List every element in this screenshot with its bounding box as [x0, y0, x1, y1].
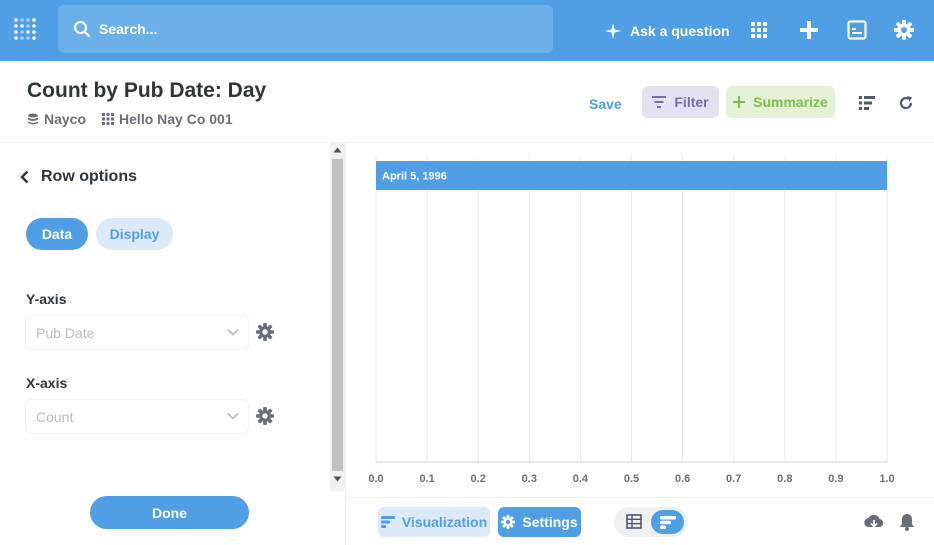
settings-button[interactable]: Settings [498, 507, 581, 537]
chevron-down-icon [227, 328, 239, 336]
display-toggle[interactable] [614, 507, 688, 537]
download-icon[interactable] [864, 513, 884, 531]
x-axis-select[interactable]: Count [25, 399, 249, 434]
sparkle-icon [605, 22, 621, 39]
plus-icon [733, 96, 746, 108]
scroll-up-arrow-icon[interactable] [333, 147, 342, 153]
bar-category-label: April 5, 1996 [382, 171, 447, 183]
question-header: Count by Pub Date: Day Nayco Hello Nay C… [0, 61, 934, 143]
table-view-icon[interactable] [626, 514, 642, 529]
save-button[interactable]: Save [589, 96, 622, 112]
search-icon [74, 21, 90, 37]
row-options-back[interactable]: Row options [20, 168, 137, 186]
table-name: Hello Nay Co 001 [119, 111, 233, 127]
row-chart-svg: 0.0 0.1 0.2 0.3 0.4 0.5 0.6 0.7 0.8 0.9 1.0 April 5… [368, 155, 895, 485]
visualization-button[interactable]: Visualization [378, 507, 490, 537]
chevron-left-icon [20, 170, 29, 184]
x-tick-label: 0.2 [471, 473, 486, 485]
x-axis-settings-gear-icon[interactable] [256, 407, 274, 425]
x-tick-label: 0.6 [675, 473, 690, 485]
breadcrumb-database[interactable]: Nayco [27, 111, 86, 127]
x-tick-label: 0.5 [624, 473, 639, 485]
x-tick-label: 0.3 [522, 473, 537, 485]
notebook-editor-icon[interactable] [858, 94, 876, 112]
gear-icon[interactable] [893, 19, 915, 41]
top-nav: Search... Ask a question [0, 0, 934, 61]
scroll-thumb[interactable] [332, 159, 343, 471]
sidebar-scrollbar[interactable] [330, 143, 345, 491]
x-tick-label: 0.4 [573, 473, 589, 485]
bell-icon[interactable] [897, 513, 917, 531]
summarize-label: Summarize [753, 94, 828, 110]
tab-display[interactable]: Display [96, 218, 173, 250]
filter-label: Filter [674, 94, 709, 110]
bar-chart-icon [659, 515, 676, 529]
settings-sidebar: Row options Data Display Y-axis Pub Date… [0, 143, 346, 545]
plus-icon[interactable] [798, 19, 820, 41]
view-footer: Visualization Settings [346, 497, 934, 545]
row-chart: 0.0 0.1 0.2 0.3 0.4 0.5 0.6 0.7 0.8 0.9 1.0 April 5… [346, 143, 934, 497]
x-axis-value: Count [36, 408, 74, 425]
settings-label: Settings [522, 514, 578, 530]
row-options-title: Row options [41, 168, 137, 185]
database-icon [28, 113, 38, 125]
bar-chart-icon [380, 516, 395, 528]
ask-question-button[interactable]: Ask a question [604, 0, 730, 61]
refresh-icon[interactable] [897, 94, 915, 112]
breadcrumb: Nayco Hello Nay Co 001 [27, 111, 249, 127]
search-placeholder: Search... [99, 21, 158, 37]
x-axis-label: X-axis [26, 375, 68, 391]
x-tick-label: 0.7 [726, 473, 741, 485]
y-axis-select[interactable]: Pub Date [25, 315, 249, 350]
x-tick-label: 0.0 [368, 473, 383, 485]
y-axis-label: Y-axis [26, 291, 67, 307]
database-name: Nayco [44, 111, 87, 127]
chart-view-toggle[interactable] [651, 510, 684, 534]
sql-editor-icon[interactable] [846, 19, 868, 41]
page-title: Count by Pub Date: Day [27, 79, 267, 102]
tab-data[interactable]: Data [26, 218, 88, 250]
metabase-logo-icon[interactable] [13, 17, 41, 45]
visualization-label: Visualization [401, 514, 488, 530]
ask-question-label: Ask a question [630, 22, 730, 39]
chart-bar[interactable] [376, 161, 887, 190]
done-button[interactable]: Done [90, 496, 249, 529]
filter-icon [652, 96, 667, 108]
x-tick-label: 0.1 [419, 473, 434, 485]
x-tick-label: 0.8 [777, 473, 792, 485]
chevron-down-icon [227, 412, 239, 420]
breadcrumb-table[interactable]: Hello Nay Co 001 [102, 111, 233, 127]
app-root: Search... Ask a question Count by Pub Da… [0, 0, 934, 545]
y-axis-value: Pub Date [36, 324, 95, 341]
scroll-down-arrow-icon[interactable] [333, 476, 342, 482]
search-input[interactable]: Search... [58, 5, 553, 53]
browse-data-icon[interactable] [748, 19, 770, 41]
y-axis-settings-gear-icon[interactable] [256, 323, 274, 341]
summarize-button[interactable]: Summarize [726, 86, 835, 118]
x-tick-label: 1.0 [879, 473, 894, 485]
gear-icon [501, 515, 516, 529]
table-grid-icon [102, 113, 115, 125]
x-tick-label: 0.9 [828, 473, 843, 485]
filter-button[interactable]: Filter [642, 86, 719, 118]
